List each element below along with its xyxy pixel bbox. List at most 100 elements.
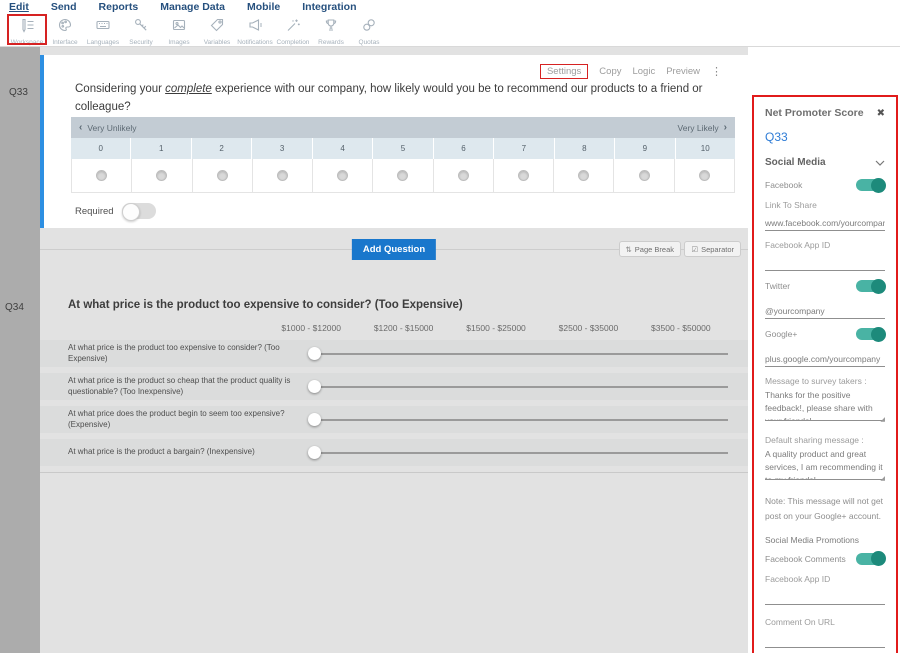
facebook-setting-row: Facebook — [765, 179, 885, 191]
top-menu: Edit Send Reports Manage Data Mobile Int… — [0, 0, 900, 14]
facebook-comments-row: Facebook Comments — [765, 553, 885, 565]
radio-button-3[interactable] — [277, 170, 288, 181]
toolbar-item-completion[interactable]: Completion — [274, 14, 312, 46]
content-region: Q33 Q34 Settings Copy Logic Preview ⋮ Co… — [0, 47, 900, 653]
radio-button-1[interactable] — [156, 170, 167, 181]
question-text-emphasis: complete — [165, 83, 212, 95]
message-textarea[interactable]: Thanks for the positive feedback!, pleas… — [765, 389, 885, 421]
price-slider[interactable] — [308, 373, 728, 400]
radio-button-10[interactable] — [699, 170, 710, 181]
social-media-section-header[interactable]: Social Media — [765, 157, 885, 168]
chevron-down-icon[interactable] — [875, 160, 885, 166]
google-url-input[interactable] — [765, 352, 885, 367]
radio-button-8[interactable] — [578, 170, 589, 181]
twitter-toggle[interactable] — [856, 280, 885, 292]
link-to-share-label: Link To Share — [765, 200, 885, 210]
toolbar-item-label: Completion — [277, 39, 310, 46]
toolbar-item-images[interactable]: Images — [160, 14, 198, 46]
page-break-button[interactable]: ⇅Page Break — [619, 241, 682, 257]
toolbar-item-rewards[interactable]: Rewards — [312, 14, 350, 46]
toolbar-item-languages[interactable]: Languages — [84, 14, 122, 46]
radio-button-0[interactable] — [96, 170, 107, 181]
radio-button-4[interactable] — [337, 170, 348, 181]
sharing-textarea-wrap: A quality product and great services, I … — [765, 448, 885, 485]
separator-button[interactable]: ☑Separator — [684, 241, 741, 257]
menu-edit[interactable]: Edit — [9, 1, 29, 13]
megaphone-icon — [247, 17, 263, 38]
kebab-menu-icon[interactable]: ⋮ — [711, 65, 722, 78]
facebook-label: Facebook — [765, 180, 802, 190]
logic-button[interactable]: Logic — [632, 66, 655, 77]
q33-question-card[interactable]: Settings Copy Logic Preview ⋮ Considerin… — [40, 55, 748, 228]
radio-button-2[interactable] — [217, 170, 228, 181]
menu-mobile[interactable]: Mobile — [247, 1, 280, 13]
radio-button-9[interactable] — [639, 170, 650, 181]
radio-button-6[interactable] — [458, 170, 469, 181]
trophy-icon — [323, 17, 339, 38]
google-note-text: Note: This message will not get post on … — [765, 494, 885, 525]
menu-send[interactable]: Send — [51, 1, 77, 13]
slider-handle[interactable] — [308, 347, 321, 360]
facebook-app-id-input[interactable] — [765, 256, 885, 271]
resize-grip-icon[interactable]: ◢ — [880, 475, 885, 482]
twitter-handle-input[interactable] — [765, 304, 885, 319]
scale-right-label: Very Likely — [678, 123, 719, 133]
radio-button-5[interactable] — [397, 170, 408, 181]
facebook-toggle[interactable] — [856, 179, 885, 191]
comment-on-url-input[interactable] — [765, 633, 885, 648]
price-slider[interactable] — [308, 340, 728, 367]
chevron-right-icon[interactable]: › — [724, 122, 727, 133]
scale-number: 0 — [71, 138, 131, 159]
sharing-textarea[interactable]: A quality product and great services, I … — [765, 448, 885, 480]
question-text[interactable]: Considering your complete experience wit… — [75, 81, 705, 117]
toolbar-item-workspace[interactable]: Workspace — [8, 14, 46, 46]
twitter-label: Twitter — [765, 281, 790, 291]
toolbar-item-label: Interface — [52, 39, 77, 46]
menu-reports[interactable]: Reports — [99, 1, 139, 13]
copy-button[interactable]: Copy — [599, 66, 621, 77]
required-toggle[interactable] — [122, 203, 156, 219]
survey-canvas: Settings Copy Logic Preview ⋮ Considerin… — [40, 47, 748, 653]
slider-handle[interactable] — [308, 446, 321, 459]
toolbar-item-quotas[interactable]: Quotas — [350, 14, 388, 46]
slider-track — [315, 353, 728, 355]
price-slider[interactable] — [308, 439, 728, 466]
toolbar-item-variables[interactable]: Variables — [198, 14, 236, 46]
required-setting: Required — [75, 203, 156, 219]
slider-row: At what price is the product too expensi… — [40, 340, 748, 367]
panel-question-code: Q33 — [765, 130, 885, 144]
toolbar-item-security[interactable]: Security — [122, 14, 160, 46]
nps-scale: ‹Very Unlikely Very Likely› 0 1 2 3 4 5 … — [71, 117, 735, 193]
price-slider[interactable] — [308, 406, 728, 433]
chevron-left-icon[interactable]: ‹ — [79, 122, 82, 133]
add-question-button[interactable]: Add Question — [352, 239, 436, 260]
google-plus-toggle[interactable] — [856, 328, 885, 340]
slider-handle[interactable] — [308, 413, 321, 426]
settings-button[interactable]: Settings — [540, 64, 588, 79]
q34-number-label: Q34 — [5, 302, 24, 313]
q34-question-title[interactable]: At what price is the product too expensi… — [68, 299, 463, 311]
close-icon[interactable]: ✖ — [877, 108, 885, 119]
facebook-app-id2-input[interactable] — [765, 590, 885, 605]
menu-manage-data[interactable]: Manage Data — [160, 1, 225, 13]
resize-grip-icon[interactable]: ◢ — [880, 416, 885, 423]
menu-integration[interactable]: Integration — [302, 1, 356, 13]
toolbar-item-notifications[interactable]: Notifications — [236, 14, 274, 46]
scale-number: 10 — [676, 138, 735, 159]
panel-title: Net Promoter Score — [765, 107, 864, 119]
price-column-header: $2500 - $35000 — [542, 323, 634, 333]
q34-bottom-divider — [40, 472, 748, 473]
palette-icon — [57, 17, 73, 38]
required-label: Required — [75, 206, 114, 217]
facebook-link-input[interactable] — [765, 216, 885, 231]
facebook-comments-toggle[interactable] — [856, 553, 885, 565]
preview-button[interactable]: Preview — [666, 66, 700, 77]
toolbar-item-interface[interactable]: Interface — [46, 14, 84, 46]
radio-button-7[interactable] — [518, 170, 529, 181]
toolbar-item-label: Notifications — [237, 39, 272, 46]
toolbar-item-label: Images — [168, 39, 189, 46]
comment-on-url-label: Comment On URL — [765, 617, 885, 627]
slider-track — [315, 386, 728, 388]
slider-handle[interactable] — [308, 380, 321, 393]
app-window: Edit Send Reports Manage Data Mobile Int… — [0, 0, 900, 653]
